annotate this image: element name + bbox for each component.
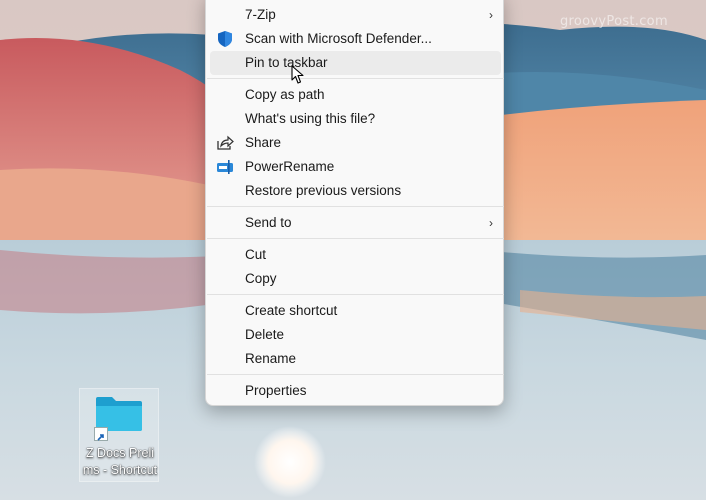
watermark: groovyPost.com [560, 14, 668, 29]
menu-item-restore-previous[interactable]: Restore previous versions [210, 179, 501, 203]
menu-separator [207, 206, 504, 207]
menu-item-powerrename[interactable]: PowerRename [210, 155, 501, 179]
chevron-right-icon: › [489, 8, 493, 22]
menu-item-pin-to-taskbar[interactable]: Pin to taskbar [210, 51, 501, 75]
powerrename-icon [217, 160, 233, 174]
menu-item-send-to[interactable]: Send to › [210, 211, 501, 235]
desktop-icon-label: Z Docs Preli ms - Shortcut [82, 446, 158, 477]
context-menu: 7-Zip › Scan with Microsoft Defender... … [205, 0, 504, 406]
menu-item-copy-as-path[interactable]: Copy as path [210, 83, 501, 107]
menu-item-share[interactable]: Share [210, 131, 501, 155]
menu-item-whats-using[interactable]: What's using this file? [210, 107, 501, 131]
menu-item-delete[interactable]: Delete [210, 323, 501, 347]
menu-separator [207, 78, 504, 79]
defender-shield-icon [218, 31, 232, 47]
share-icon [217, 135, 234, 150]
folder-icon [96, 397, 142, 431]
menu-item-cut[interactable]: Cut [210, 243, 501, 267]
menu-item-copy[interactable]: Copy [210, 267, 501, 291]
chevron-right-icon: › [489, 216, 493, 230]
menu-item-7zip[interactable]: 7-Zip › [210, 3, 501, 27]
menu-item-properties[interactable]: Properties [210, 379, 501, 403]
shortcut-arrow-icon [94, 427, 108, 441]
menu-separator [207, 294, 504, 295]
desktop-shortcut-icon[interactable]: Z Docs Preli ms - Shortcut [79, 388, 159, 482]
menu-separator [207, 238, 504, 239]
menu-separator [207, 374, 504, 375]
mouse-cursor-icon [291, 65, 304, 84]
menu-item-create-shortcut[interactable]: Create shortcut [210, 299, 501, 323]
menu-item-rename[interactable]: Rename [210, 347, 501, 371]
menu-item-scan-defender[interactable]: Scan with Microsoft Defender... [210, 27, 501, 51]
